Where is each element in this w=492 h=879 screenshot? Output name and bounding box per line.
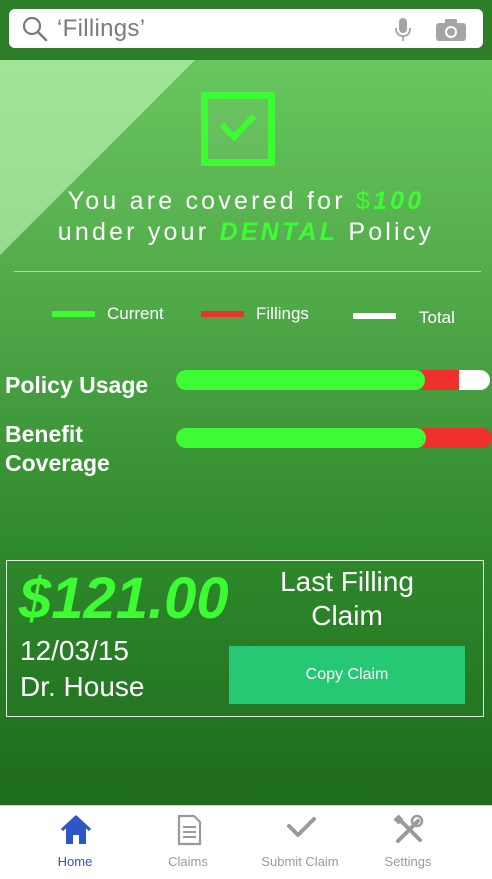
divider [14, 271, 481, 272]
document-icon [177, 814, 202, 846]
bar-segment-current [176, 370, 425, 390]
coverage-currency: $ [355, 187, 373, 215]
tab-claims[interactable]: Claims [138, 806, 238, 879]
benefit-coverage-bar [176, 428, 492, 448]
microphone-icon[interactable] [392, 17, 414, 43]
legend-swatch-total [353, 313, 396, 319]
tab-home[interactable]: Home [25, 806, 125, 879]
search-icon [22, 16, 48, 42]
coverage-suffix: Policy [338, 218, 435, 246]
coverage-panel: You are covered for $100 under your DENT… [0, 60, 492, 805]
legend-label-fillings: Fillings [256, 304, 309, 323]
tab-submit-claim[interactable]: Submit Claim [250, 806, 350, 879]
bar-segment-fillings [422, 428, 492, 448]
coverage-message: You are covered for $100 under your DENT… [0, 186, 492, 248]
bar-segment-current [176, 428, 426, 448]
policy-name: DENTAL [219, 218, 339, 246]
search-input[interactable]: ‘Fillings’ [9, 9, 483, 48]
legend-fillings: Fillings [201, 304, 309, 324]
tab-label-settings: Settings [384, 854, 432, 869]
top-bar: ‘Fillings’ [0, 0, 492, 60]
benefit-coverage-label: Benefit Coverage [5, 421, 110, 476]
coverage-under: under your [57, 218, 220, 246]
search-query: ‘Fillings’ [57, 15, 146, 42]
home-icon [60, 815, 92, 844]
camera-icon[interactable] [435, 18, 467, 42]
legend-label-total: Total [419, 308, 455, 327]
legend-swatch-fillings [201, 311, 244, 317]
tab-label-submit-claim: Submit Claim [261, 854, 339, 869]
coverage-amount-value: 100 [373, 187, 425, 215]
bar-segment-total [459, 370, 490, 390]
covered-checkbox-icon [201, 92, 275, 166]
coverage-amount: $100 [356, 187, 424, 215]
legend-current: Current [52, 304, 164, 324]
tab-settings[interactable]: Settings [358, 806, 458, 879]
tab-label-claims: Claims [168, 854, 208, 869]
tools-icon [393, 814, 424, 843]
claim-date: 12/03/15 [20, 635, 129, 666]
claim-title: Last Filling Claim [280, 566, 414, 631]
policy-usage-label: Policy Usage [5, 372, 149, 398]
tab-label-home: Home [57, 854, 93, 869]
legend-label-current: Current [107, 304, 164, 323]
coverage-line-1: You are covered for $100 [0, 186, 492, 217]
coverage-line-2: under your DENTAL Policy [0, 217, 492, 248]
policy-usage-bar [176, 370, 490, 390]
claim-amount: $121.00 [19, 566, 229, 631]
checkmark-icon [287, 817, 316, 837]
legend-total: Total [353, 304, 455, 328]
claim-doctor: Dr. House [20, 671, 145, 702]
bar-segment-fillings [421, 370, 459, 390]
last-claim-card: $121.00 12/03/15 Dr. House Last Filling … [6, 560, 484, 717]
legend-swatch-current [52, 311, 95, 317]
checkmark-icon [220, 113, 256, 142]
copy-claim-button[interactable]: Copy Claim [229, 646, 465, 704]
tab-bar: Home Claims Submit Claim Settings [0, 805, 492, 879]
coverage-prefix: You are covered for [67, 187, 356, 215]
